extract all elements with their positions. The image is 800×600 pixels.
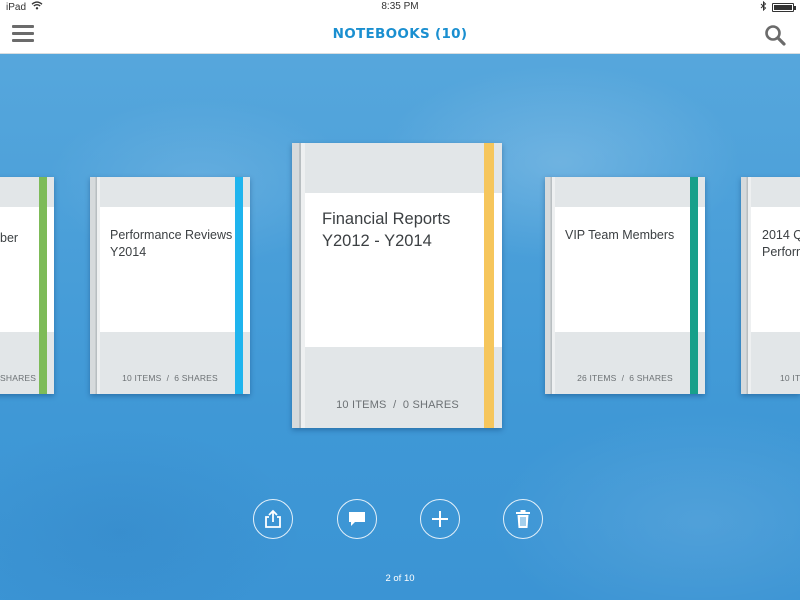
status-bar: iPad 8:35 PM [0, 0, 800, 14]
notebook-card[interactable]: Performance Reviews Y2014 10 ITEMS / 6 S… [90, 177, 250, 394]
notebook-card[interactable]: ber SHARES [0, 177, 54, 394]
notebook-card[interactable]: 2014 Q Perform 10 IT [741, 177, 800, 394]
notebook-card-selected[interactable]: Financial Reports Y2012 - Y2014 10 ITEMS… [292, 143, 502, 428]
notebook-meta: 10 ITEMS / 0 SHARES [336, 399, 459, 411]
notebook-color-band [484, 143, 494, 428]
notebook-title: 2014 Q Perform [762, 228, 800, 259]
share-icon [265, 509, 281, 528]
battery-icon [772, 3, 796, 12]
notebook-color-band [39, 177, 47, 394]
notebook-meta: 26 ITEMS / 6 SHARES [577, 373, 673, 383]
notebook-meta: 10 ITEMS / 6 SHARES [122, 373, 218, 383]
nav-bar: NOTEBOOKS (10) [0, 14, 800, 54]
page-indicator: 2 of 10 [385, 573, 415, 584]
search-icon[interactable] [764, 24, 786, 46]
add-icon [432, 511, 448, 527]
comment-button[interactable] [337, 499, 377, 539]
notebook-title: VIP Team Members [565, 228, 675, 242]
notebook-title: ber [0, 231, 19, 245]
notebook-color-band [235, 177, 243, 394]
bluetooth-icon [760, 0, 767, 14]
notebook-meta: 10 IT [780, 373, 800, 383]
trash-icon [516, 510, 530, 528]
status-time: 8:35 PM [381, 1, 419, 12]
notebook-title: Financial Reports Y2012 - Y2014 [322, 210, 451, 250]
notebook-card[interactable]: VIP Team Members 26 ITEMS / 6 SHARES [545, 177, 705, 394]
add-button[interactable] [420, 499, 460, 539]
notebook-color-band [690, 177, 698, 394]
notebook-meta: SHARES [0, 373, 37, 383]
page-title: NOTEBOOKS (10) [332, 26, 468, 42]
share-button[interactable] [253, 499, 293, 539]
notebook-title: Performance Reviews Y2014 [110, 228, 233, 259]
delete-button[interactable] [503, 499, 543, 539]
comment-icon [349, 512, 365, 526]
